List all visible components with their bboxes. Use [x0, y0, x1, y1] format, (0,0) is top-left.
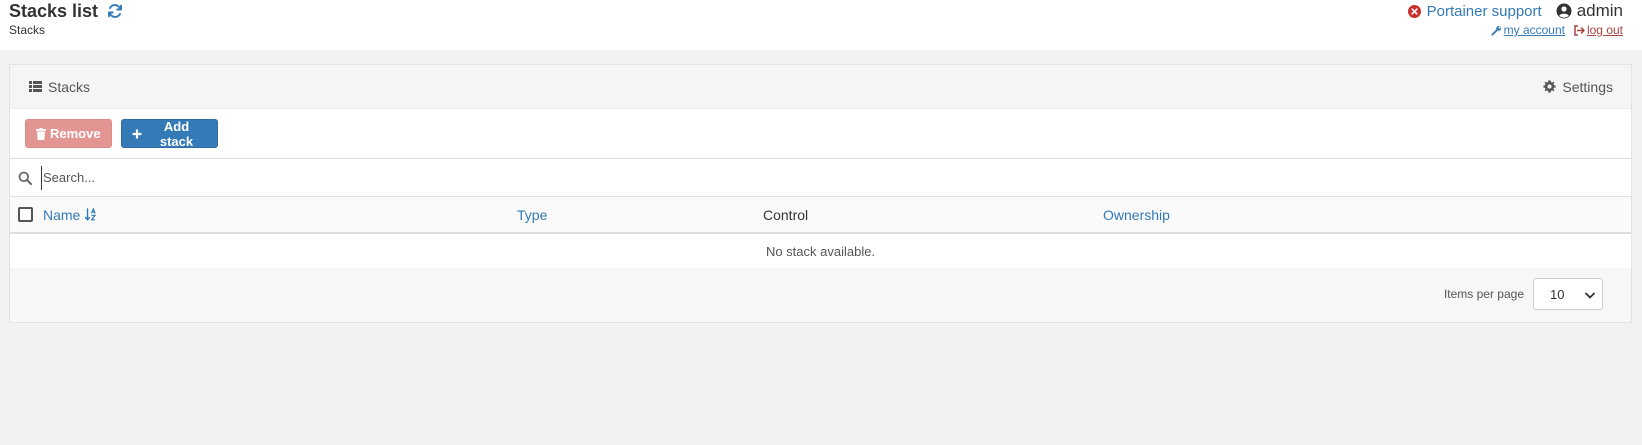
user-info: admin [1556, 1, 1623, 21]
support-label: Portainer support [1426, 2, 1542, 20]
items-per-page-select[interactable]: 10 [1533, 278, 1603, 310]
items-per-page-value: 10 [1550, 286, 1565, 302]
list-icon [29, 81, 42, 92]
gear-icon [1543, 80, 1556, 93]
breadcrumb: Stacks [9, 23, 46, 37]
column-header-name[interactable]: Name [43, 197, 97, 232]
logout-link[interactable]: log out [1573, 23, 1623, 37]
portainer-support-link[interactable]: Portainer support [1407, 2, 1542, 20]
widget-title: Stacks [29, 79, 90, 95]
sort-alpha-icon [85, 208, 97, 221]
empty-message: No stack available. [10, 234, 1631, 268]
remove-button[interactable]: Remove [25, 119, 112, 148]
user-circle-icon [1556, 3, 1572, 19]
sign-out-icon [1573, 24, 1585, 36]
username: admin [1576, 1, 1623, 20]
chevron-down-icon [1585, 287, 1595, 302]
column-header-control: Control [763, 206, 809, 223]
actions-bar: Remove Add stack [10, 109, 1631, 159]
settings-label: Settings [1562, 78, 1613, 95]
widget-title-label: Stacks [48, 78, 91, 95]
search-bar [10, 159, 1631, 197]
table-header: Name Type Control Ownership [10, 197, 1631, 234]
wrench-icon [1491, 25, 1502, 36]
stacks-widget: Stacks Settings Remove Add stack Search.… [9, 64, 1632, 323]
search-input[interactable] [41, 165, 1541, 190]
column-header-type[interactable]: Type [517, 197, 547, 232]
column-header-ownership[interactable]: Ownership [1103, 197, 1170, 232]
user-area: Portainer support admin [1407, 0, 1623, 22]
add-stack-button[interactable]: Add stack [121, 118, 218, 149]
settings-button[interactable]: Settings [1543, 79, 1613, 95]
items-per-page-label: Items per page [1443, 287, 1524, 301]
my-account-link[interactable]: my account [1491, 23, 1565, 37]
page-title-row: Stacks list [9, 0, 124, 22]
select-all-checkbox[interactable] [18, 207, 33, 222]
top-bar: Stacks list Stacks Portainer support adm… [0, 0, 1642, 50]
close-circle-icon [1407, 4, 1421, 18]
refresh-icon[interactable] [106, 2, 124, 20]
my-account-label: my account [1503, 23, 1565, 37]
page-title: Stacks list [9, 0, 99, 21]
search-icon [18, 171, 32, 185]
add-stack-label: Add stack [159, 118, 194, 149]
trash-icon [36, 127, 46, 140]
remove-label: Remove [50, 126, 101, 141]
logout-label: log out [1586, 23, 1623, 37]
table-footer: Items per page 10 [10, 268, 1631, 320]
column-name-label: Name [43, 206, 81, 223]
widget-header: Stacks Settings [10, 65, 1631, 109]
account-links: my account log out [1491, 23, 1623, 37]
plus-icon [132, 129, 142, 139]
